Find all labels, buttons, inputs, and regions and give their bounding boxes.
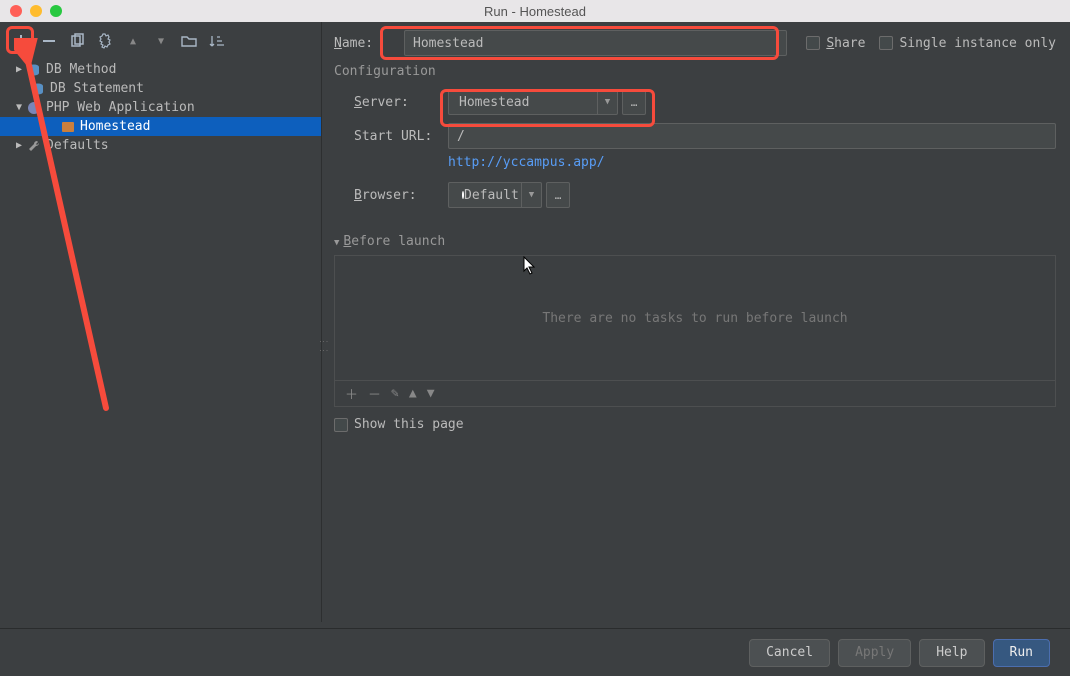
tree-item-label: DB Statement (50, 81, 144, 96)
tree-item-label: DB Method (46, 62, 116, 77)
up-button[interactable]: ▲ (122, 30, 144, 52)
before-launch-heading[interactable]: ▼Before launch (334, 234, 1056, 249)
chevron-down-icon: ▼ (14, 102, 24, 113)
down-button[interactable]: ▼ (150, 30, 172, 52)
name-input[interactable] (404, 30, 787, 56)
folder-button[interactable] (178, 30, 200, 52)
remove-button[interactable] (38, 30, 60, 52)
tree-item-label: Defaults (46, 138, 109, 153)
config-tree: ▶ DB Method DB Statement ▼ PHP Web Appli… (10, 60, 321, 155)
copy-button[interactable] (66, 30, 88, 52)
checkbox-icon (879, 36, 893, 50)
configuration-heading: Configuration (334, 64, 1056, 79)
apply-button[interactable]: Apply (838, 639, 911, 667)
task-remove-button[interactable]: － (368, 384, 381, 403)
task-edit-button[interactable]: ✎ (391, 386, 399, 401)
tree-item-db-method[interactable]: ▶ DB Method (10, 60, 321, 79)
before-launch-tasks: There are no tasks to run before launch (334, 255, 1056, 381)
tree-item-db-statement[interactable]: DB Statement (10, 79, 321, 98)
browser-select[interactable]: Default ▼ (448, 182, 542, 208)
add-button[interactable] (10, 30, 32, 52)
show-this-page-checkbox[interactable]: Show this page (334, 417, 464, 432)
php-run-icon (60, 119, 76, 135)
browser-label: Browser: (354, 188, 448, 203)
splitter-handle[interactable]: ⋮⋮ (318, 337, 324, 357)
task-add-button[interactable]: ＋ (345, 384, 358, 403)
server-browse-button[interactable]: … (622, 89, 646, 115)
run-button[interactable]: Run (993, 639, 1050, 667)
php-icon (26, 100, 42, 116)
resolved-url-link[interactable]: http://yccampus.app/ (448, 155, 605, 170)
browser-browse-button[interactable]: … (546, 182, 570, 208)
titlebar: Run - Homestead (0, 0, 1070, 22)
server-value: Homestead (449, 95, 597, 110)
tree-item-homestead[interactable]: Homestead (0, 117, 321, 136)
sidebar: ▲ ▼ ▶ DB Method DB Statement ▼ PHP W (0, 22, 322, 622)
no-tasks-text: There are no tasks to run before launch (542, 311, 847, 326)
task-down-button[interactable]: ▼ (427, 386, 435, 401)
single-instance-label: Single instance only (899, 36, 1056, 51)
chevron-down-icon: ▼ (597, 90, 617, 114)
window-minimize-icon[interactable] (30, 5, 42, 17)
share-checkbox[interactable]: Share (806, 36, 865, 51)
name-label: Name: (334, 36, 404, 51)
config-panel: ⋮⋮ Name: Share Single instance only Conf… (322, 22, 1070, 622)
settings-button[interactable] (94, 30, 116, 52)
checkbox-icon (334, 418, 348, 432)
single-instance-checkbox[interactable]: Single instance only (879, 36, 1056, 51)
tree-item-defaults[interactable]: ▶ Defaults (10, 136, 321, 155)
help-button[interactable]: Help (919, 639, 984, 667)
server-select[interactable]: Homestead ▼ (448, 89, 618, 115)
chevron-down-icon: ▼ (334, 238, 339, 248)
wrench-icon (26, 138, 42, 154)
dialog-buttons: Cancel Apply Help Run (0, 628, 1070, 676)
share-label: Share (826, 36, 865, 51)
chevron-right-icon: ▶ (14, 140, 24, 151)
sidebar-toolbar: ▲ ▼ (10, 26, 321, 56)
tree-item-label: PHP Web Application (46, 100, 195, 115)
chevron-down-icon: ▼ (521, 183, 541, 207)
window-close-icon[interactable] (10, 5, 22, 17)
window-zoom-icon[interactable] (50, 5, 62, 17)
browser-value: Default (464, 188, 519, 203)
tree-item-php-web-app[interactable]: ▼ PHP Web Application (10, 98, 321, 117)
task-up-button[interactable]: ▲ (409, 386, 417, 401)
tree-item-label: Homestead (80, 119, 150, 134)
sort-button[interactable] (206, 30, 228, 52)
window-title: Run - Homestead (0, 4, 1070, 19)
server-label: Server: (354, 95, 448, 110)
chevron-right-icon: ▶ (14, 64, 24, 75)
start-url-input[interactable] (448, 123, 1056, 149)
db-icon (26, 62, 42, 78)
show-this-page-label: Show this page (354, 417, 464, 432)
tasks-toolbar: ＋ － ✎ ▲ ▼ (334, 381, 1056, 407)
cancel-button[interactable]: Cancel (749, 639, 830, 667)
checkbox-icon (806, 36, 820, 50)
start-url-label: Start URL: (354, 129, 448, 144)
db-icon (30, 81, 46, 97)
